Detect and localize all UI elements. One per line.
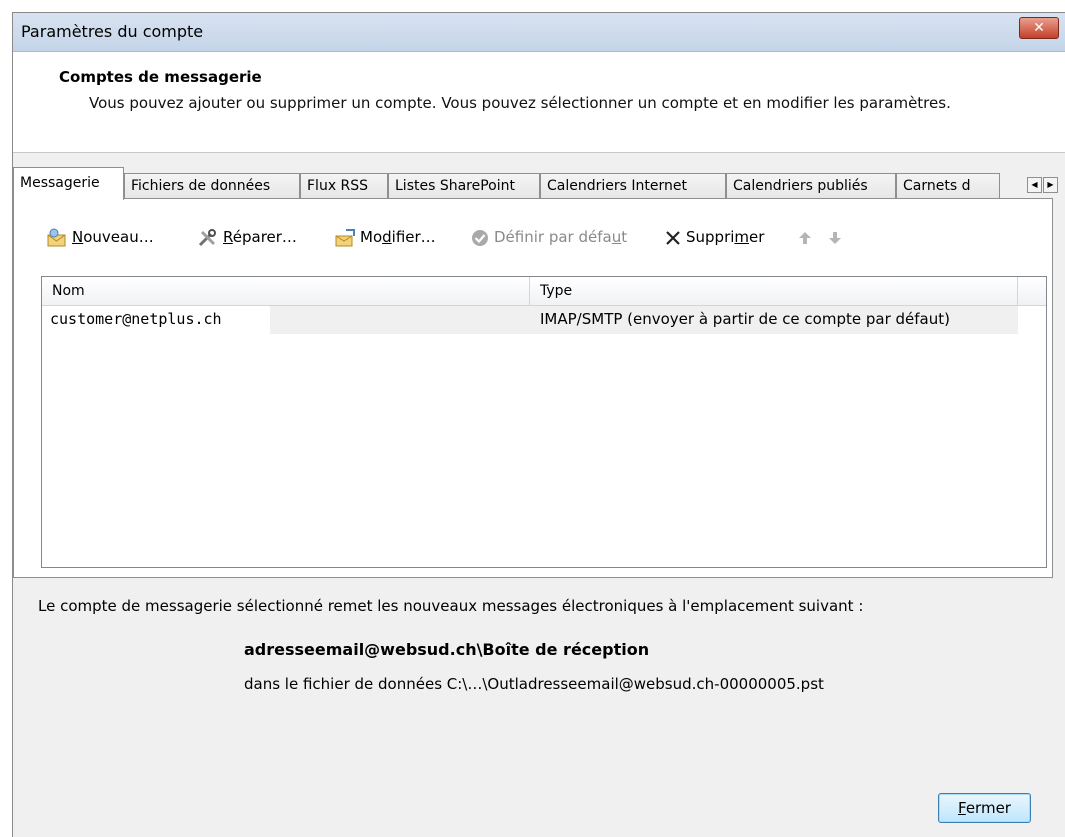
tab-fichiers-de-donnees[interactable]: Fichiers de données	[124, 173, 300, 199]
delivery-folder: adresseemail@websud.ch\Boîte de réceptio…	[244, 640, 650, 659]
set-default-label-post: t	[621, 228, 628, 246]
header-area: Comptes de messagerie Vous pouvez ajoute…	[13, 52, 1065, 153]
repair-label-post: éparer…	[232, 228, 297, 246]
close-dialog-button[interactable]: Fermer	[938, 793, 1031, 823]
repair-label-key: R	[223, 228, 233, 246]
tab-listes-sharepoint[interactable]: Listes SharePoint	[388, 173, 540, 199]
accounts-list[interactable]: Nom Type customer@netplus.ch IMAP/SMTP (…	[41, 276, 1047, 568]
column-header-type[interactable]: Type	[530, 277, 1018, 305]
move-up-button[interactable]	[798, 223, 816, 251]
tab-strip: Messagerie Fichiers de données Flux RSS …	[13, 167, 1065, 200]
table-row[interactable]: customer@netplus.ch IMAP/SMTP (envoyer à…	[42, 306, 1018, 334]
account-type-cell: IMAP/SMTP (envoyer à partir de ce compte…	[540, 310, 950, 328]
change-button[interactable]: Modifier…	[334, 223, 436, 251]
change-label-pre: Mo	[360, 228, 383, 246]
arrow-up-icon	[799, 231, 811, 244]
remove-button[interactable]: Supprimer	[664, 223, 764, 251]
account-name-cell: customer@netplus.ch	[50, 306, 270, 334]
change-label-key: d	[382, 228, 392, 246]
header-subtitle: Vous pouvez ajouter ou supprimer un comp…	[89, 94, 951, 112]
change-account-icon	[335, 228, 355, 246]
remove-label-key: m	[734, 228, 750, 246]
new-account-button[interactable]: Nouveau…	[46, 223, 154, 251]
new-label-key: N	[72, 228, 84, 246]
delivery-location-label: Le compte de messagerie sélectionné reme…	[38, 597, 864, 615]
tools-icon	[198, 228, 216, 246]
set-default-button[interactable]: Définir par défaut	[470, 223, 627, 251]
tab-calendriers-internet[interactable]: Calendriers Internet	[540, 173, 726, 199]
tab-flux-rss[interactable]: Flux RSS	[300, 173, 388, 199]
tab-calendriers-publies[interactable]: Calendriers publiés	[726, 173, 896, 199]
tab-carnets[interactable]: Carnets d	[896, 173, 1000, 199]
move-down-button[interactable]	[828, 223, 846, 251]
list-header: Nom Type	[42, 277, 1046, 306]
data-file-path: dans le fichier de données C:\…\Outladre…	[244, 675, 824, 693]
header-title: Comptes de messagerie	[59, 68, 262, 86]
close-label-key: F	[958, 799, 966, 817]
remove-label-post: er	[749, 228, 765, 246]
set-default-label-key: u	[611, 228, 622, 246]
window-close-button[interactable]: ✕	[1019, 17, 1059, 39]
set-default-label-pre: Définir par défa	[494, 228, 612, 246]
new-label-post: ouveau…	[83, 228, 154, 246]
check-circle-icon	[472, 229, 488, 246]
arrow-down-icon	[829, 231, 841, 244]
remove-label-pre: Suppri	[686, 228, 735, 246]
repair-button[interactable]: Réparer…	[197, 223, 297, 251]
change-label-post: ifier…	[391, 228, 436, 246]
tab-scroll-right-icon[interactable]: ▶	[1043, 177, 1058, 193]
title-bar[interactable]: Paramètres du compte ✕	[13, 13, 1065, 52]
new-mail-icon	[47, 228, 66, 246]
close-label-post: ermer	[965, 799, 1011, 817]
remove-x-icon	[666, 230, 680, 245]
tab-messagerie[interactable]: Messagerie	[13, 167, 124, 200]
column-header-name[interactable]: Nom	[42, 277, 530, 305]
window-title: Paramètres du compte	[21, 22, 204, 41]
tab-scroll-left-icon[interactable]: ◀	[1027, 177, 1042, 193]
